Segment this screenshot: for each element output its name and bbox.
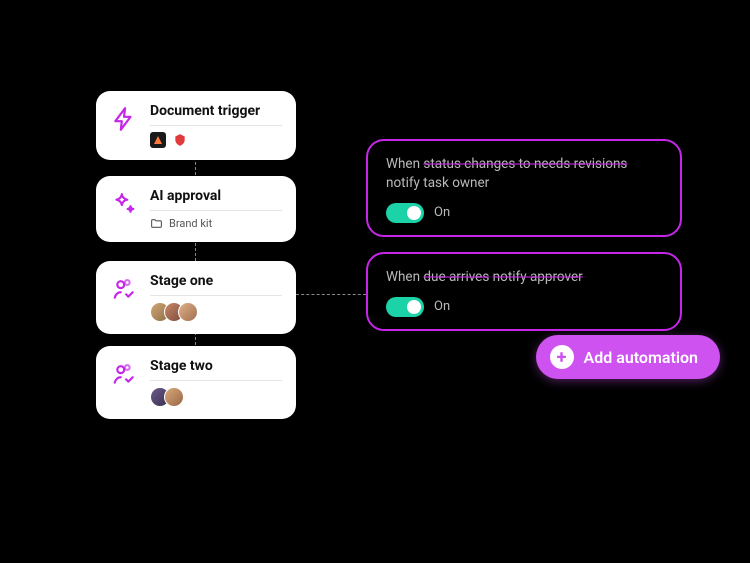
avatar-stack xyxy=(150,302,198,322)
add-automation-label: Add automation xyxy=(584,348,698,367)
toggle-row: On xyxy=(386,203,662,223)
rule-text-part: notify task owner xyxy=(386,175,489,191)
user-check-icon xyxy=(110,360,138,388)
stage-card-trigger[interactable]: Document trigger xyxy=(96,91,296,160)
automation-card-due[interactable]: When due arrives notify approver On xyxy=(366,252,682,331)
automation-rule-text: When due arrives notify approver xyxy=(386,268,662,287)
avatar xyxy=(164,387,184,407)
stage-body: Document trigger xyxy=(150,103,282,148)
stage-meta xyxy=(150,302,282,322)
lightning-icon xyxy=(110,105,138,133)
stage-card-ai-approval[interactable]: AI approval Brand kit xyxy=(96,176,296,242)
stage-title: AI approval xyxy=(150,188,282,211)
add-automation-button[interactable]: + Add automation xyxy=(536,335,720,379)
folder-icon xyxy=(150,217,163,230)
avatar-stack xyxy=(150,387,184,407)
stage-title: Document trigger xyxy=(150,103,282,126)
rule-text-part: When xyxy=(386,156,420,172)
rule-text-highlight: status changes to needs revisions xyxy=(423,156,627,172)
toggle-switch[interactable] xyxy=(386,297,424,317)
avatar xyxy=(178,302,198,322)
plus-circle-icon: + xyxy=(550,345,574,369)
connector-line xyxy=(296,294,366,295)
stage-meta xyxy=(150,132,282,148)
stage-title: Stage one xyxy=(150,273,282,296)
toggle-switch[interactable] xyxy=(386,203,424,223)
stage-card-stage-two[interactable]: Stage two xyxy=(96,346,296,419)
stage-body: AI approval Brand kit xyxy=(150,188,282,230)
automation-card-revisions[interactable]: When status changes to needs revisions n… xyxy=(366,139,682,237)
stage-title: Stage two xyxy=(150,358,282,381)
connector-line xyxy=(195,243,196,261)
user-check-icon xyxy=(110,275,138,303)
toggle-label: On xyxy=(434,299,450,314)
app-badge-icon xyxy=(150,132,166,148)
app-badge-icon xyxy=(172,132,188,148)
workflow-canvas: Document trigger AI approval Brand kit xyxy=(0,0,750,563)
stage-body: Stage one xyxy=(150,273,282,322)
rule-text-highlight: notify approver xyxy=(493,269,583,285)
stage-body: Stage two xyxy=(150,358,282,407)
stage-card-stage-one[interactable]: Stage one xyxy=(96,261,296,334)
stage-meta: Brand kit xyxy=(150,217,282,230)
stage-meta xyxy=(150,387,282,407)
rule-text-part: When xyxy=(386,269,420,285)
rule-text-highlight: due arrives xyxy=(423,269,489,285)
toggle-row: On xyxy=(386,297,662,317)
sparkle-icon xyxy=(110,190,138,218)
toggle-label: On xyxy=(434,205,450,220)
automation-rule-text: When status changes to needs revisions n… xyxy=(386,155,662,193)
stage-meta-label: Brand kit xyxy=(169,217,212,230)
